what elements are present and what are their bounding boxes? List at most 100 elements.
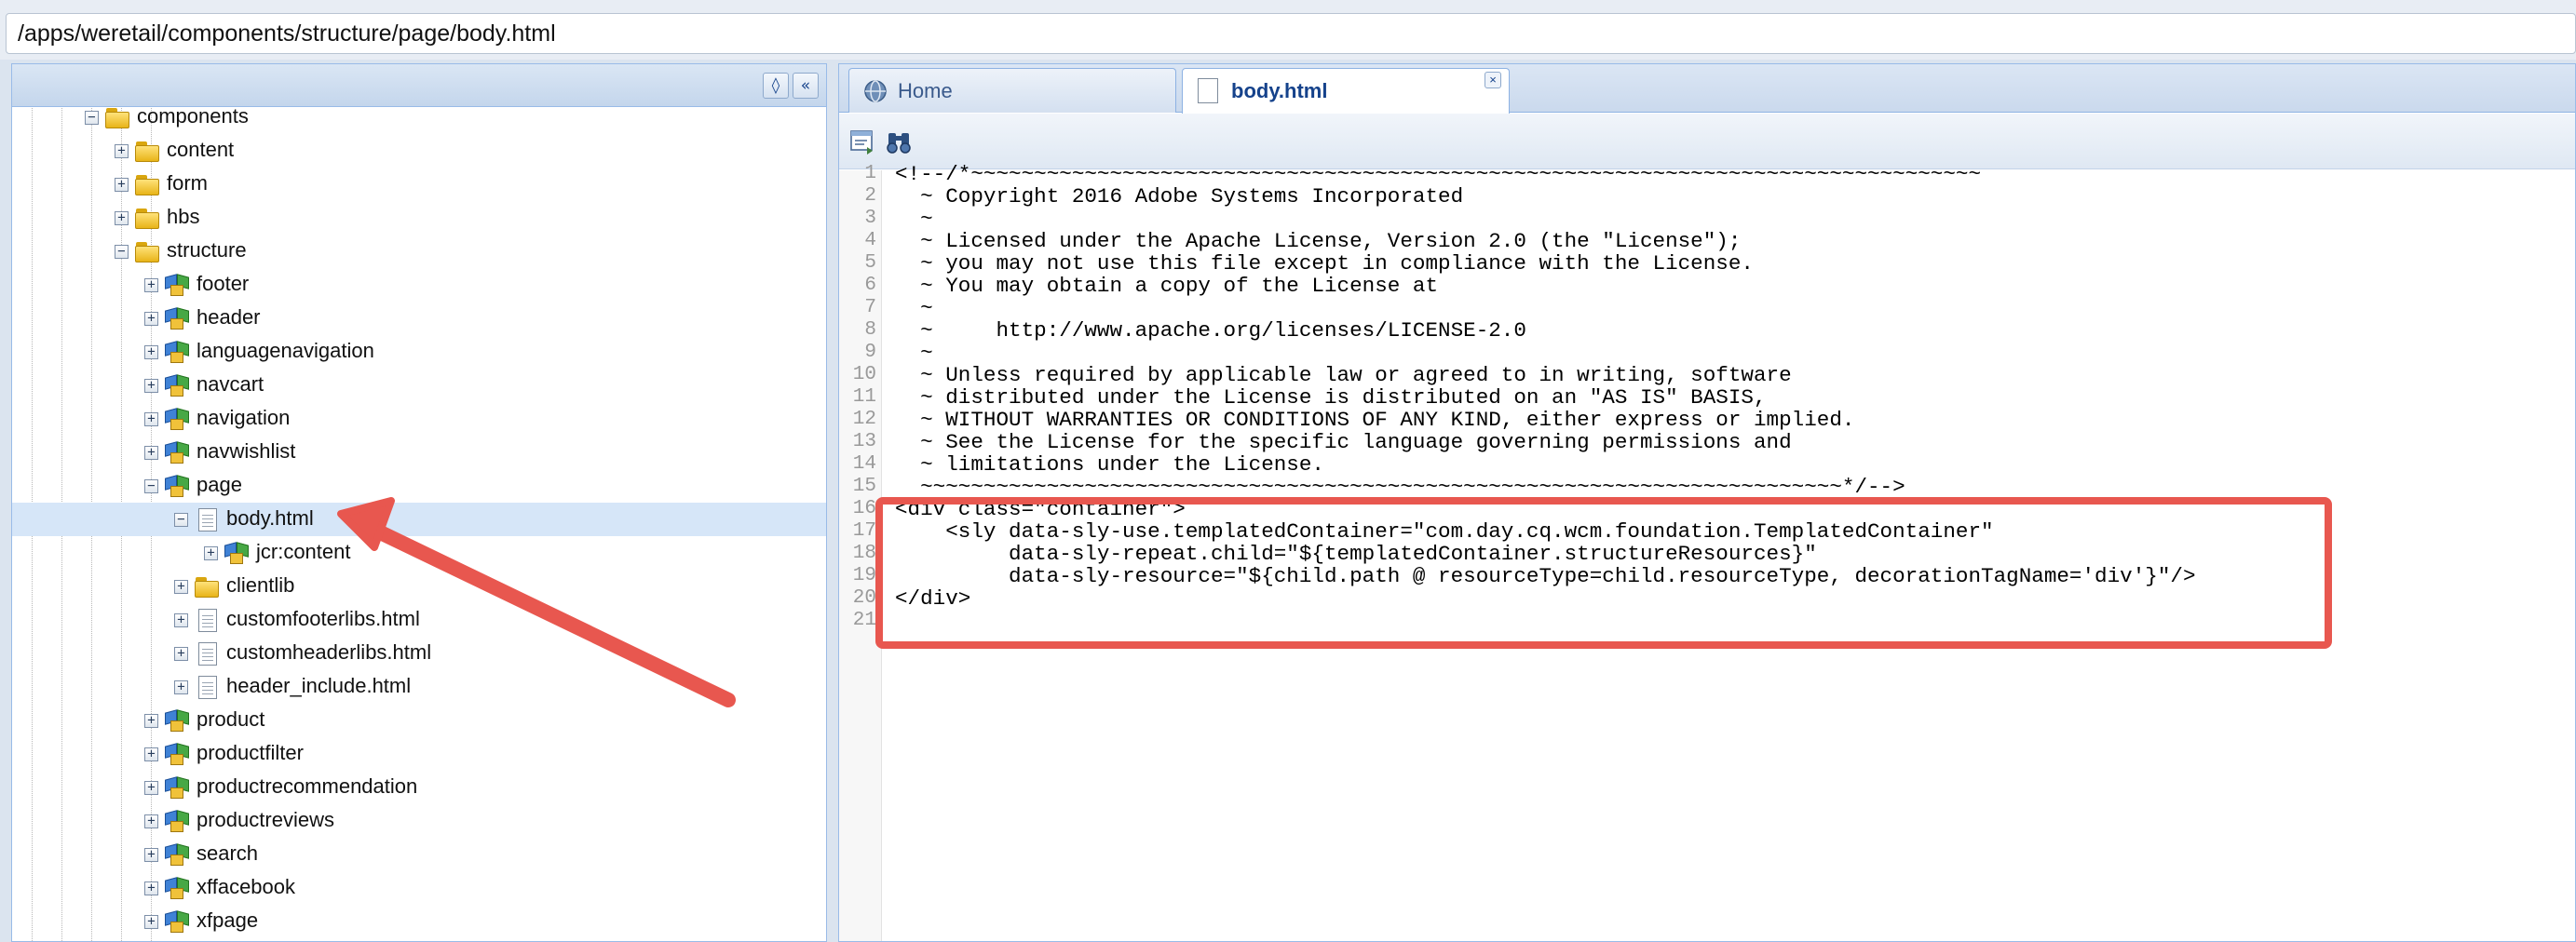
close-icon[interactable]: × xyxy=(1485,72,1501,88)
expand-toggle-icon[interactable]: + xyxy=(174,580,188,594)
expand-toggle-icon[interactable]: + xyxy=(144,814,158,828)
tree-item-header[interactable]: + header xyxy=(12,302,826,335)
code-line: ~ distributed under the License is distr… xyxy=(895,385,1767,410)
component-icon xyxy=(163,808,191,834)
file-icon xyxy=(193,674,221,700)
code-line: ~ Licensed under the Apache License, Ver… xyxy=(895,229,1742,253)
folder-icon xyxy=(133,138,161,164)
line-number: 15 xyxy=(852,476,876,497)
component-icon xyxy=(163,741,191,767)
expand-toggle-icon[interactable]: + xyxy=(115,144,129,158)
line-number: 12 xyxy=(852,409,876,430)
tree-item-footer[interactable]: + footer xyxy=(12,268,826,302)
expand-toggle-icon[interactable]: + xyxy=(144,881,158,895)
tab-strip: Home body.html × xyxy=(839,64,2575,114)
expand-toggle-icon[interactable]: + xyxy=(144,747,158,761)
collapse-toggle-icon[interactable]: − xyxy=(144,479,158,493)
tree-item-form[interactable]: + form xyxy=(12,168,826,201)
tree-item-label: jcr:content xyxy=(256,540,351,563)
tree-item-structure[interactable]: − structure xyxy=(12,235,826,268)
line-number: 21 xyxy=(852,610,876,631)
tree-item-content[interactable]: + content xyxy=(12,134,826,168)
file-icon xyxy=(193,607,221,633)
tree-item-productfilter[interactable]: + productfilter xyxy=(12,737,826,771)
expand-toggle-icon[interactable]: + xyxy=(144,278,158,292)
tree-item-productrecommendation[interactable]: + productrecommendation xyxy=(12,771,826,804)
tree-item-label: customfooterlibs.html xyxy=(226,607,420,630)
tree-item-customheaderlibs-html[interactable]: + customheaderlibs.html xyxy=(12,637,826,670)
tree-item-navcart[interactable]: + navcart xyxy=(12,369,826,402)
component-icon xyxy=(163,707,191,733)
expand-toggle-icon[interactable]: + xyxy=(115,178,129,192)
tree-item-page[interactable]: − page xyxy=(12,469,826,503)
tree-item-jcr-content[interactable]: + jcr:content xyxy=(12,536,826,570)
tree-item-clientlib[interactable]: + clientlib xyxy=(12,570,826,603)
expand-toggle-icon[interactable]: + xyxy=(204,546,218,560)
tree-item-label: productrecommendation xyxy=(197,774,418,798)
line-number: 14 xyxy=(852,453,876,475)
code-line: ~ Unless required by applicable law or a… xyxy=(895,363,1792,387)
collapse-toggle-icon[interactable]: − xyxy=(174,513,188,527)
tree-item-body-html[interactable]: − body.html xyxy=(12,503,826,536)
tree-item-product[interactable]: + product xyxy=(12,704,826,737)
line-number: 16 xyxy=(852,498,876,519)
expand-toggle-icon[interactable]: + xyxy=(144,312,158,326)
tree-item-label: product xyxy=(197,707,265,731)
collapse-panel-icon[interactable]: « xyxy=(793,73,819,99)
component-icon xyxy=(163,841,191,868)
expand-toggle-icon[interactable]: + xyxy=(144,714,158,728)
tree-item-navigation[interactable]: + navigation xyxy=(12,402,826,436)
expand-toggle-icon[interactable]: + xyxy=(174,680,188,694)
tree-item-hbs[interactable]: + hbs xyxy=(12,201,826,235)
line-number: 20 xyxy=(852,587,876,609)
tree-item-xfpage[interactable]: + xfpage xyxy=(12,905,826,938)
tree-item-navwishlist[interactable]: + navwishlist xyxy=(12,436,826,469)
expand-toggle-icon[interactable]: + xyxy=(174,647,188,661)
find-binoculars-icon[interactable] xyxy=(884,127,914,156)
format-code-icon[interactable] xyxy=(848,127,878,156)
binoculars-icon[interactable]: ◊ xyxy=(763,73,789,99)
component-icon xyxy=(163,372,191,398)
line-number: 18 xyxy=(852,543,876,564)
code-line: ~ xyxy=(895,341,933,365)
tree-item-label: hbs xyxy=(167,205,200,228)
tab-home[interactable]: Home xyxy=(848,68,1176,113)
line-number: 17 xyxy=(852,520,876,542)
component-icon xyxy=(163,339,191,365)
expand-toggle-icon[interactable]: + xyxy=(144,345,158,359)
tree-item-header-include-html[interactable]: + header_include.html xyxy=(12,670,826,704)
line-number: 4 xyxy=(864,230,876,251)
collapse-toggle-icon[interactable]: − xyxy=(115,245,129,259)
line-number: 19 xyxy=(852,565,876,586)
collapse-toggle-icon[interactable]: − xyxy=(85,111,99,125)
line-number: 7 xyxy=(864,297,876,318)
tab-body-html[interactable]: body.html × xyxy=(1182,68,1510,114)
expand-toggle-icon[interactable]: + xyxy=(144,915,158,929)
expand-toggle-icon[interactable]: + xyxy=(144,848,158,862)
expand-toggle-icon[interactable]: + xyxy=(144,412,158,426)
tree-item-search[interactable]: + search xyxy=(12,838,826,871)
path-field[interactable]: /apps/weretail/components/structure/page… xyxy=(6,13,2576,54)
path-bar: /apps/weretail/components/structure/page… xyxy=(0,0,2576,60)
folder-icon xyxy=(133,205,161,231)
folder-icon xyxy=(133,171,161,197)
highlight-box xyxy=(875,497,2332,649)
tree-item-xffacebook[interactable]: + xffacebook xyxy=(12,871,826,905)
tree-item-customfooterlibs-html[interactable]: + customfooterlibs.html xyxy=(12,603,826,637)
file-icon xyxy=(193,640,221,666)
line-number: 1 xyxy=(864,163,876,184)
expand-toggle-icon[interactable]: + xyxy=(115,211,129,225)
expand-toggle-icon[interactable]: + xyxy=(144,781,158,795)
line-number: 8 xyxy=(864,319,876,341)
code-line: ~ limitations under the License. xyxy=(895,452,1324,477)
expand-toggle-icon[interactable]: + xyxy=(174,613,188,627)
line-number: 13 xyxy=(852,431,876,452)
tree-item-productreviews[interactable]: + productreviews xyxy=(12,804,826,838)
tree-item-components[interactable]: − components xyxy=(12,101,826,134)
tree-item-languagenavigation[interactable]: + languagenavigation xyxy=(12,335,826,369)
tree-item-label: structure xyxy=(167,238,247,262)
component-icon xyxy=(163,473,191,499)
expand-toggle-icon[interactable]: + xyxy=(144,446,158,460)
expand-toggle-icon[interactable]: + xyxy=(144,379,158,393)
code-line: ~ WITHOUT WARRANTIES OR CONDITIONS OF AN… xyxy=(895,408,1855,432)
